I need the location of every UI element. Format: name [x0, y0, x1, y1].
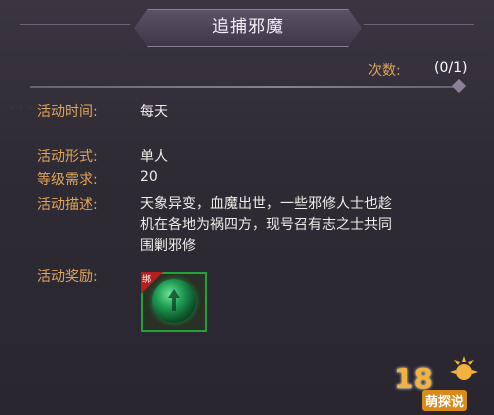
bound-tag-text: 绑 — [142, 275, 152, 285]
value-level: 20 — [140, 169, 158, 185]
label-time: 活动时间: — [37, 104, 98, 120]
label-reward: 活动奖励: — [37, 269, 98, 285]
title-ornament-right — [364, 24, 474, 25]
page-title: 追捕邪魔 — [212, 17, 284, 37]
divider-cap — [451, 78, 467, 94]
count-label: 次数: — [368, 63, 401, 79]
label-description: 活动描述: — [37, 197, 98, 213]
watermark-text: 萌探说 — [422, 390, 468, 411]
value-format: 单人 — [140, 149, 168, 165]
description-line: 机在各地为祸四方，现号召有志之士共同 — [140, 217, 392, 233]
title-ornament-left — [20, 24, 130, 25]
label-level: 等级需求: — [37, 172, 98, 188]
description-line: 天象异变，血魔出世，一些邪修人士也趁 — [140, 196, 392, 212]
arrow-up-icon — [168, 289, 180, 311]
description-text: 天象异变，血魔出世，一些邪修人士也趁 机在各地为祸四方，现号召有志之士共同 围剿… — [140, 194, 480, 257]
description-line: 围剿邪修 — [140, 238, 196, 254]
activity-panel: · · · 追捕邪魔 次数: (0/1) 活动时间: 每天 活动形式: 单人 等… — [0, 0, 494, 415]
label-format: 活动形式: — [37, 149, 98, 165]
value-time: 每天 — [140, 104, 168, 120]
divider — [30, 86, 454, 88]
watermark-logo: 18 萌探说 — [384, 352, 492, 412]
reward-item-slot[interactable]: 绑 — [141, 272, 207, 332]
background-ghost: · · · — [10, 100, 33, 116]
bound-tag: 绑 — [141, 272, 163, 294]
count-value: (0/1) — [434, 60, 468, 76]
sun-icon — [450, 356, 478, 380]
title-bar: 追捕邪魔 — [0, 0, 494, 52]
